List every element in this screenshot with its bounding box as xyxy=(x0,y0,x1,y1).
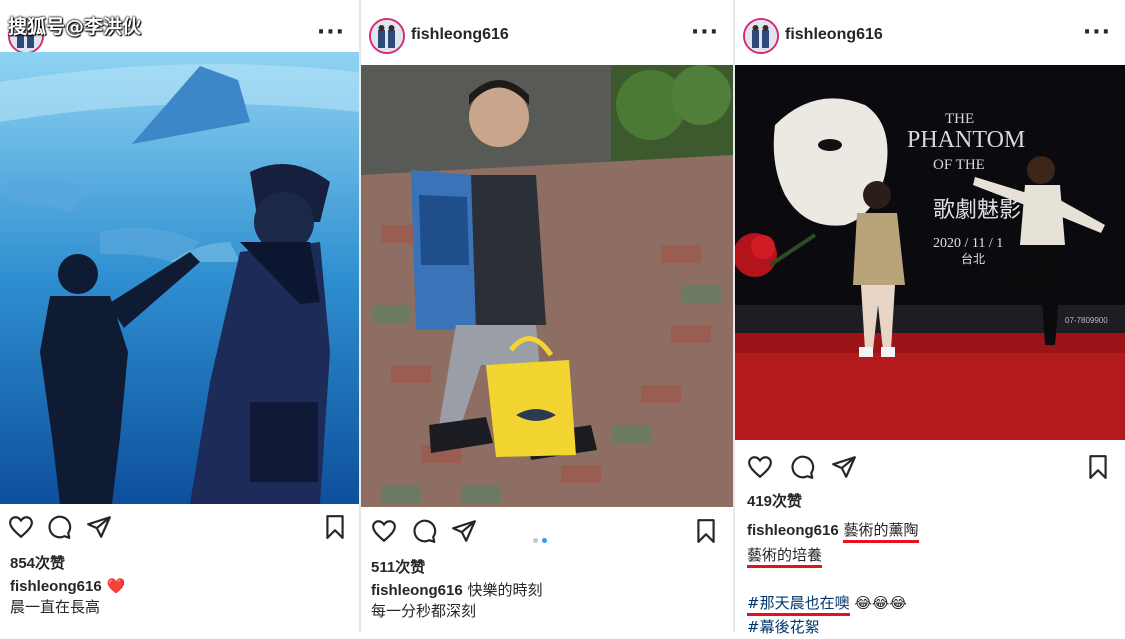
hashtag-link[interactable]: #幕後花絮 xyxy=(747,618,820,636)
post-actions xyxy=(361,516,733,548)
poster-contact: 07-7809900 xyxy=(1065,316,1108,325)
caption-line-2: 藝術的培養 xyxy=(747,546,823,568)
heart-icon[interactable] xyxy=(8,514,34,540)
watermark: 搜狐号@李洪伙 xyxy=(8,16,142,38)
carousel-indicator xyxy=(533,528,563,543)
poster-date: 2020 / 11 / 1 xyxy=(933,236,1003,251)
like-count[interactable]: 511次赞 xyxy=(371,556,425,577)
caption: fishleong616 快樂的時刻 每一分秒都深刻 xyxy=(371,580,543,621)
post-header: fishleong616 ··· xyxy=(735,14,1125,60)
caption-username[interactable]: fishleong616 xyxy=(10,578,102,595)
heart-icon[interactable] xyxy=(371,518,397,544)
share-icon[interactable] xyxy=(86,514,112,540)
username[interactable]: fishleong616 xyxy=(411,26,509,44)
carousel-dot xyxy=(533,538,538,543)
more-options-icon[interactable]: ··· xyxy=(691,20,719,45)
poster-the: THE xyxy=(945,111,974,127)
post-actions xyxy=(0,512,359,544)
caption-username[interactable]: fishleong616 xyxy=(747,522,839,539)
boy-with-backpack-photo xyxy=(361,65,733,507)
hashtag-link[interactable]: #那天晨也在噢 xyxy=(747,594,850,616)
post-2: fishleong616 ··· 511次赞 fishleong616 快樂的時… xyxy=(361,0,733,632)
poster-title: PHANTOM xyxy=(907,127,1025,153)
share-icon[interactable] xyxy=(831,454,857,480)
post-1: 搜狐号@李洪伙 ··· 854次赞 fishleong616 ❤️ 晨一直在長高 xyxy=(0,0,359,632)
poster-of-the: OF THE xyxy=(933,157,985,173)
share-icon[interactable] xyxy=(451,518,477,544)
laughing-emoji: 😂😂😂 xyxy=(854,594,907,612)
caption-username[interactable]: fishleong616 xyxy=(371,582,463,599)
post-3: fishleong616 ··· THE PHANTOM OF THE 歌劇魅影… xyxy=(735,0,1125,636)
caption: fishleong616 藝術的薰陶 藝術的培養 #那天晨也在噢 😂😂😂 #幕後… xyxy=(747,518,919,639)
caption-line-2: 每一分秒都深刻 xyxy=(371,602,477,620)
caption-text: 藝術的薰陶 xyxy=(843,521,919,543)
comment-icon[interactable] xyxy=(46,514,72,540)
caption-text: 快樂的時刻 xyxy=(467,581,543,599)
heart-emoji: ❤️ xyxy=(106,577,126,595)
like-count[interactable]: 854次赞 xyxy=(10,552,65,573)
heart-icon[interactable] xyxy=(747,454,773,480)
aquarium-silhouettes-photo xyxy=(0,52,359,504)
caption-line-2: 晨一直在長高 xyxy=(10,598,101,616)
avatar[interactable] xyxy=(743,18,779,54)
comment-icon[interactable] xyxy=(411,518,437,544)
avatar[interactable] xyxy=(369,18,405,54)
bookmark-icon[interactable] xyxy=(1085,454,1111,480)
poster-subtitle: 歌劇魅影 xyxy=(933,198,1021,223)
like-count[interactable]: 419次赞 xyxy=(747,490,802,511)
carousel-dot-active xyxy=(542,538,547,543)
more-options-icon[interactable]: ··· xyxy=(317,20,345,45)
bookmark-icon[interactable] xyxy=(693,518,719,544)
poster-place: 台北 xyxy=(961,251,985,266)
phantom-of-the-opera-backdrop-photo: THE PHANTOM OF THE 歌劇魅影 2020 / 11 / 1 台北… xyxy=(735,65,1125,440)
post-actions xyxy=(735,452,1125,484)
caption: fishleong616 ❤️ 晨一直在長高 xyxy=(10,576,125,617)
more-options-icon[interactable]: ··· xyxy=(1083,20,1111,45)
comment-icon[interactable] xyxy=(789,454,815,480)
post-header: fishleong616 ··· xyxy=(361,14,733,60)
bookmark-icon[interactable] xyxy=(322,514,348,540)
username[interactable]: fishleong616 xyxy=(785,26,883,44)
